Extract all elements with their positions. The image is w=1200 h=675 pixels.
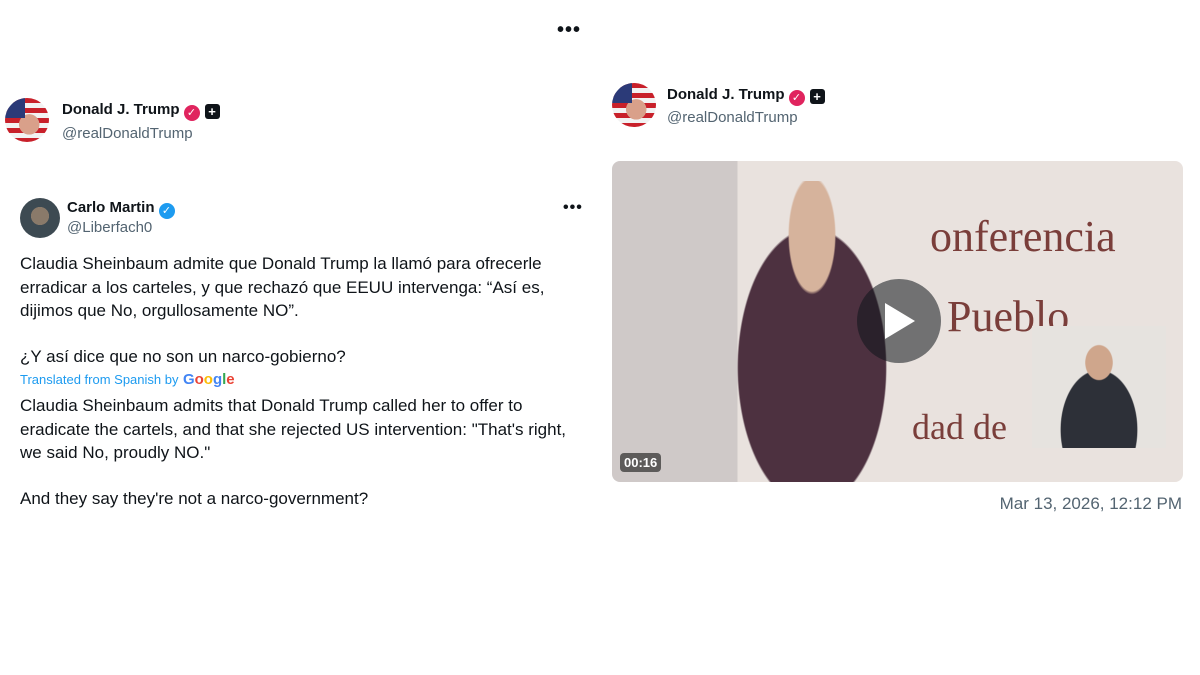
- video-banner-text: dad de: [912, 407, 1007, 447]
- avatar-donald-trump-right[interactable]: [612, 83, 656, 127]
- text-line: Claudia Sheinbaum admits that Donald Tru…: [20, 396, 523, 415]
- author-handle[interactable]: @realDonaldTrump: [667, 109, 798, 126]
- affiliate-plus-icon: +: [809, 89, 825, 104]
- original-tweet-question: ¿Y así dice que no son un narco-gobierno…: [20, 347, 346, 366]
- play-icon: [885, 303, 915, 339]
- text-line: we said No, proudly NO.": [20, 443, 211, 462]
- text-line: erradicar a los carteles, y que rechazó …: [20, 277, 545, 297]
- author-handle[interactable]: @realDonaldTrump: [62, 125, 193, 142]
- quoted-more-options-icon[interactable]: •••: [563, 200, 583, 216]
- play-button[interactable]: [857, 279, 941, 363]
- author-name[interactable]: Donald J. Trump: [62, 101, 180, 118]
- google-logo: Google: [182, 371, 235, 388]
- affiliate-plus-icon: +: [204, 104, 220, 119]
- verified-badge-icon: ✓: [788, 90, 805, 106]
- author-name-row-right: Donald J. Trump ✓ +: [667, 86, 825, 106]
- author-name-row-left: Donald J. Trump ✓ +: [62, 101, 220, 121]
- translated-tweet-text: Claudia Sheinbaum admits that Donald Tru…: [20, 394, 595, 465]
- translation-attribution[interactable]: Translated from Spanish by Google: [20, 371, 235, 389]
- video-duration: 00:16: [620, 453, 662, 472]
- verified-blue-badge-icon: ✓: [158, 203, 175, 219]
- text-line: dijimos que No, orgullosamente NO”.: [20, 301, 299, 320]
- video-banner-text: onferencia: [930, 212, 1116, 261]
- more-options-icon[interactable]: •••: [557, 20, 581, 40]
- translated-label: Translated from Spanish by: [20, 372, 179, 387]
- video-player[interactable]: onferencia Pueblo dad de 00:16: [612, 161, 1183, 482]
- quoted-author-name-row: Carlo Martin ✓: [67, 199, 175, 219]
- text-line: Claudia Sheinbaum admite que Donald Trum…: [20, 254, 542, 273]
- video-sign-interpreter: [1032, 326, 1166, 448]
- text-line: eradicate the cartels, and that she reje…: [20, 419, 567, 439]
- avatar-carlo-martin[interactable]: [20, 198, 60, 238]
- avatar-donald-trump-left[interactable]: [5, 98, 49, 142]
- translated-tweet-question: And they say they're not a narco-governm…: [20, 489, 369, 508]
- verified-badge-icon: ✓: [183, 105, 200, 121]
- author-name[interactable]: Donald J. Trump: [667, 86, 785, 103]
- quoted-author-name[interactable]: Carlo Martin: [67, 199, 155, 216]
- original-tweet-text: Claudia Sheinbaum admite que Donald Trum…: [20, 252, 590, 323]
- quoted-author-handle[interactable]: @Liberfach0: [67, 219, 152, 236]
- post-timestamp[interactable]: Mar 13, 2026, 12:12 PM: [1000, 494, 1182, 514]
